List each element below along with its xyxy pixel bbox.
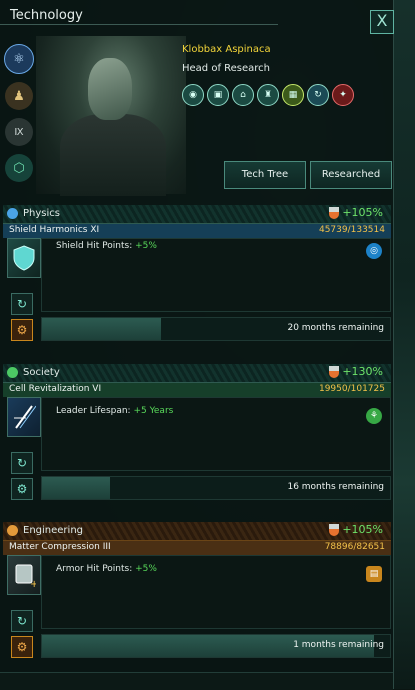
section-name: Physics — [23, 208, 60, 219]
months-remaining: 20 months remaining — [287, 323, 384, 333]
genetic-tab-icon[interactable]: ⬡ — [5, 154, 33, 182]
trait-icon[interactable]: ↻ — [307, 84, 329, 106]
trait-icon[interactable]: ◉ — [182, 84, 204, 106]
trait-icon[interactable]: ♜ — [257, 84, 279, 106]
section-header: Physics +105% — [3, 205, 391, 224]
svg-text:+: + — [30, 579, 36, 588]
tech-progress-value: 45739/133514 — [318, 225, 385, 235]
background-map-edge — [393, 0, 415, 689]
technology-panel: Technology X ⚛ ♟ Ⅸ ⬡ Klobbax Aspinaca He… — [0, 0, 394, 690]
society-category-icon: ⚘ — [366, 408, 382, 424]
research-bonus: +105% — [342, 206, 383, 219]
reroll-icon[interactable]: ↻ — [11, 293, 33, 315]
research-progress-bar: 20 months remaining — [41, 317, 391, 341]
tech-effect: Armor Hit Points: +5% — [56, 564, 157, 574]
tech-progress-value: 19950/101725 — [318, 384, 385, 394]
section-header: Engineering +105% — [3, 522, 391, 541]
physics-icon — [7, 208, 18, 219]
researched-button[interactable]: Researched — [310, 161, 392, 189]
tech-name: Cell Revitalization VI — [9, 384, 102, 394]
rare-tech-icon[interactable]: ⚙ — [11, 636, 33, 658]
close-button[interactable]: X — [370, 10, 394, 34]
tech-effect: Leader Lifespan: +5 Years — [56, 406, 173, 416]
title-bar: Technology X — [0, 0, 394, 34]
trait-icon[interactable]: ▦ — [282, 84, 304, 106]
trait-icon[interactable]: ✦ — [332, 84, 354, 106]
engineering-icon — [7, 525, 18, 536]
section-header: Society +130% — [3, 364, 391, 383]
bottom-strip — [0, 672, 393, 690]
research-flask-icon — [329, 524, 339, 536]
tech-name-bar[interactable]: Cell Revitalization VI 19950/101725 — [3, 383, 391, 397]
tech-detail-box: Leader Lifespan: +5 Years ⚘ — [41, 397, 391, 471]
panel-title: Technology — [10, 8, 83, 23]
research-bonus: +105% — [342, 523, 383, 536]
effect-label: Leader Lifespan: — [56, 406, 131, 416]
tech-tree-button[interactable]: Tech Tree — [224, 161, 306, 189]
tech-effect: Shield Hit Points: +5% — [56, 241, 157, 251]
rare-tech-icon[interactable]: ⚙ — [11, 478, 33, 500]
effect-label: Shield Hit Points: — [56, 241, 133, 251]
scientist-traits: ◉ ▣ ⌂ ♜ ▦ ↻ ✦ — [182, 84, 354, 106]
research-flask-icon — [329, 366, 339, 378]
dna-tech-icon[interactable] — [7, 397, 41, 437]
trait-icon[interactable]: ▣ — [207, 84, 229, 106]
society-icon — [7, 367, 18, 378]
section-name: Engineering — [23, 525, 83, 536]
research-flask-icon — [329, 207, 339, 219]
scientist-portrait — [36, 36, 186, 196]
edict-tab-icon[interactable]: Ⅸ — [5, 118, 33, 146]
ascension-tab-icon[interactable]: ♟ — [5, 82, 33, 110]
months-remaining: 16 months remaining — [287, 482, 384, 492]
progress-fill — [42, 477, 110, 499]
tech-name: Shield Harmonics XI — [9, 225, 100, 235]
armor-tech-icon[interactable]: + — [7, 555, 41, 595]
engineering-section: Engineering +105% Matter Compression III… — [3, 522, 391, 674]
society-section: Society +130% Cell Revitalization VI 199… — [3, 364, 391, 516]
sidebar: ⚛ ♟ Ⅸ ⬡ — [3, 38, 35, 190]
tech-name-bar[interactable]: Shield Harmonics XI 45739/133514 — [3, 224, 391, 238]
tech-name-bar[interactable]: Matter Compression III 78896/82651 — [3, 541, 391, 555]
shield-tech-icon[interactable] — [7, 238, 41, 278]
reroll-icon[interactable]: ↻ — [11, 610, 33, 632]
research-bonus: +130% — [342, 365, 383, 378]
effect-value: +5 Years — [133, 406, 174, 416]
trait-icon[interactable]: ⌂ — [232, 84, 254, 106]
physics-tab-icon[interactable]: ⚛ — [4, 44, 34, 74]
physics-section: Physics +105% Shield Harmonics XI 45739/… — [3, 205, 391, 357]
portrait-body — [60, 114, 166, 196]
progress-fill — [42, 318, 161, 340]
effect-value: +5% — [135, 241, 157, 251]
scientist-name[interactable]: Klobbax Aspinaca — [182, 44, 271, 55]
effect-label: Armor Hit Points: — [56, 564, 133, 574]
physics-category-icon: ◎ — [366, 243, 382, 259]
tech-progress-value: 78896/82651 — [324, 542, 385, 552]
research-progress-bar: 16 months remaining — [41, 476, 391, 500]
title-divider — [0, 24, 278, 25]
section-name: Society — [23, 367, 60, 378]
tech-name: Matter Compression III — [9, 542, 111, 552]
engineering-category-icon: ▤ — [366, 566, 382, 582]
effect-value: +5% — [135, 564, 157, 574]
research-progress-bar: 1 months remaining — [41, 634, 391, 658]
rare-tech-icon[interactable]: ⚙ — [11, 319, 33, 341]
tech-detail-box: Armor Hit Points: +5% ▤ — [41, 555, 391, 629]
scientist-role: Head of Research — [182, 63, 271, 74]
months-remaining: 1 months remaining — [293, 640, 384, 650]
tech-detail-box: Shield Hit Points: +5% ◎ — [41, 238, 391, 312]
portrait-head — [88, 58, 132, 120]
reroll-icon[interactable]: ↻ — [11, 452, 33, 474]
